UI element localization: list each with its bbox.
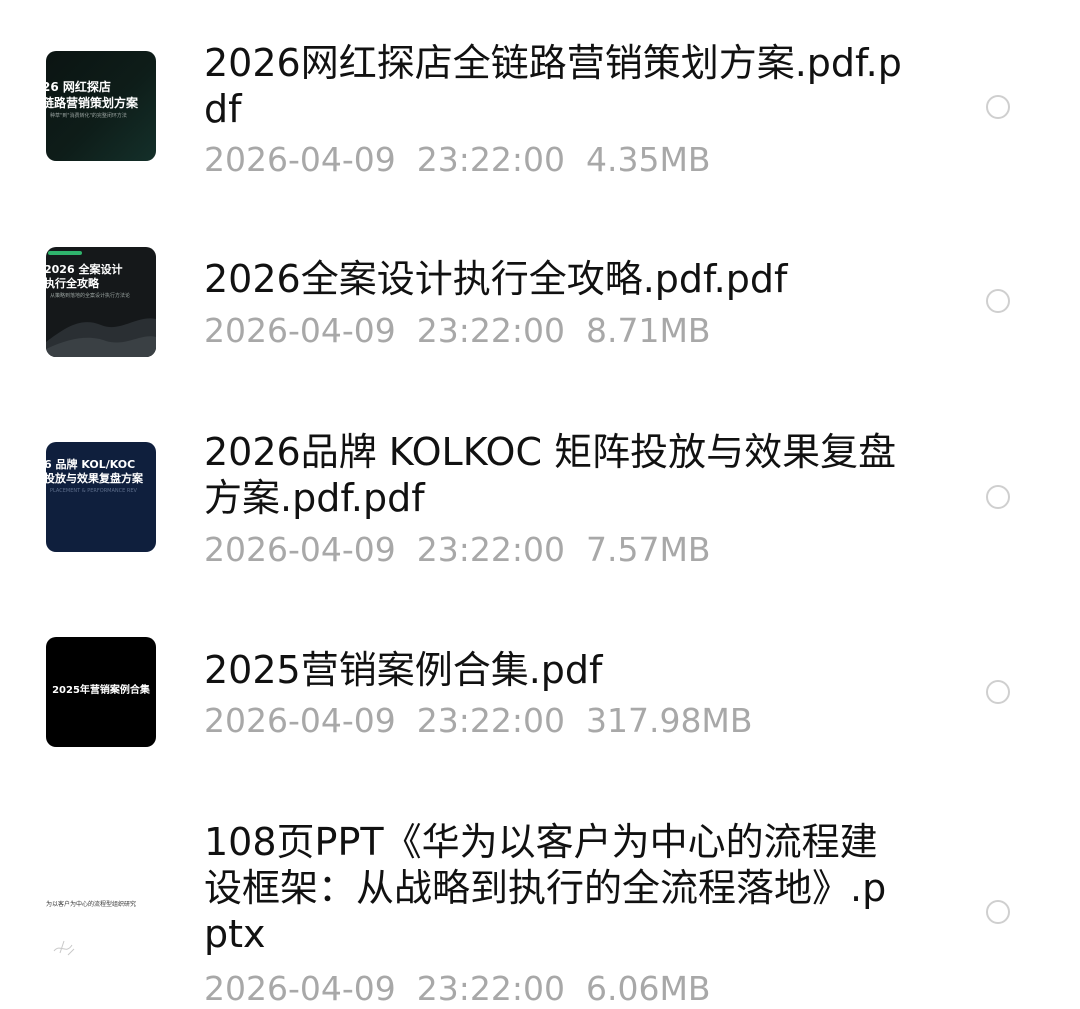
thumbnail-title: 2025年营销案例合集 [52,685,150,696]
file-size: 8.71MB [585,311,711,350]
file-date: 2026-04-09 [204,969,396,1008]
file-thumbnail: 26 网红探店 链路营销策划方案 种草"到"消费转化"的完整闭环方法 [46,51,156,161]
thumbnail-title: 6 品牌 KOL/KOC 投放与效果复盘方案 [46,458,143,485]
file-date: 2026-04-09 [204,140,396,179]
thumbnail-tag [48,251,82,255]
file-row[interactable]: 26 网红探店 链路营销策划方案 种草"到"消费转化"的完整闭环方法 2026网… [0,0,1080,200]
thumbnail-wave-graphic [46,318,156,357]
file-size: 4.35MB [585,140,711,179]
file-name: 108页PPT《华为以客户为中心的流程建设框架：从战略到执行的全流程落地》.pp… [204,820,887,956]
file-time: 23:22:00 [416,969,565,1008]
file-row[interactable]: 2025年营销案例合集 2025营销案例合集.pdf 2026-04-09 23… [0,600,1080,800]
thumbnail-title: 26 网红探店 链路营销策划方案 [46,80,139,110]
file-thumbnail: 2025年营销案例合集 [46,637,156,747]
file-time: 23:22:00 [416,140,565,179]
radio-circle-icon[interactable] [986,900,1010,924]
thumbnail-subtitle: 种草"到"消费转化"的完整闭环方法 [50,113,127,119]
file-thumbnail: 6 品牌 KOL/KOC 投放与效果复盘方案 PLACEMENT & PERFO… [46,442,156,552]
radio-circle-icon[interactable] [986,680,1010,704]
thumbnail-subtitle: PLACEMENT & PERFORMANCE REV [50,488,137,494]
file-list: 26 网红探店 链路营销策划方案 种草"到"消费转化"的完整闭环方法 2026网… [0,0,1080,1008]
file-meta: 2026-04-09 23:22:00 8.71MB [204,311,711,351]
thumbnail-sketch-graphic [53,940,75,956]
file-size: 7.57MB [585,530,711,569]
file-size: 6.06MB [585,969,711,1008]
file-meta: 2026-04-09 23:22:00 317.98MB [204,701,753,741]
file-name: 2025营销案例合集.pdf [204,648,603,692]
file-row[interactable]: 为以客户为中心的流程型组织研究 108页PPT《华为以客户为中心的流程建设框架：… [0,800,1080,1008]
file-name: 2026品牌 KOLKOC 矩阵投放与效果复盘方案.pdf.pdf [204,430,897,520]
file-time: 23:22:00 [416,530,565,569]
file-time: 23:22:00 [416,701,565,740]
file-time: 23:22:00 [416,311,565,350]
file-meta: 2026-04-09 23:22:00 6.06MB [204,969,711,1009]
thumbnail-title: 为以客户为中心的流程型组织研究 [46,901,137,908]
radio-circle-icon[interactable] [986,485,1010,509]
radio-circle-icon[interactable] [986,289,1010,313]
file-row[interactable]: 6 品牌 KOL/KOC 投放与效果复盘方案 PLACEMENT & PERFO… [0,390,1080,600]
file-date: 2026-04-09 [204,311,396,350]
file-date: 2026-04-09 [204,701,396,740]
file-date: 2026-04-09 [204,530,396,569]
file-size: 317.98MB [585,701,753,740]
file-meta: 2026-04-09 23:22:00 7.57MB [204,530,711,570]
file-row[interactable]: 2026 全案设计 执行全攻略 从策略到落地的全案设计执行方法论 2026全案设… [0,200,1080,390]
file-thumbnail: 为以客户为中心的流程型组织研究 [46,856,156,976]
thumbnail-subtitle: 从策略到落地的全案设计执行方法论 [50,293,131,299]
file-meta: 2026-04-09 23:22:00 4.35MB [204,140,711,180]
file-thumbnail: 2026 全案设计 执行全攻略 从策略到落地的全案设计执行方法论 [46,247,156,357]
file-name: 2026全案设计执行全攻略.pdf.pdf [204,257,788,301]
thumbnail-title: 2026 全案设计 执行全攻略 [46,263,123,290]
radio-circle-icon[interactable] [986,95,1010,119]
file-name: 2026网红探店全链路营销策划方案.pdf.pdf [204,41,902,131]
